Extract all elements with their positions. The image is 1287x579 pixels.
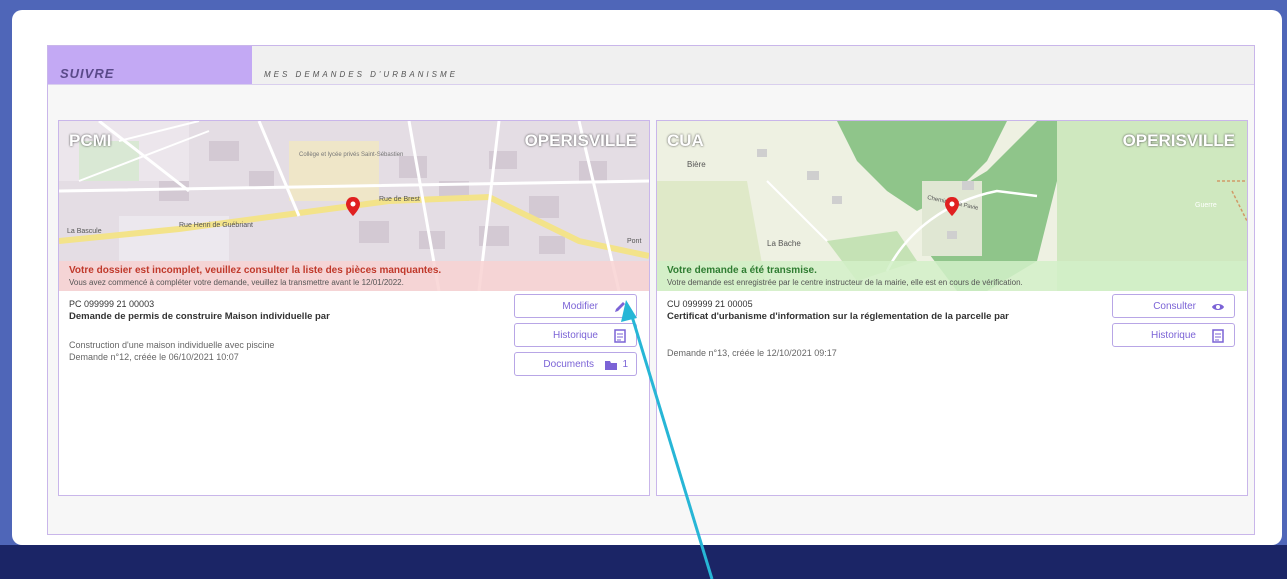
request-title: Certificat d'urbanisme d'information sur…	[667, 311, 1009, 322]
tab-suivre[interactable]: SUIVRE	[48, 46, 252, 84]
card-city-label: OPERISVILLE	[1122, 131, 1235, 150]
panel-header: SUIVRE MES DEMANDES D'URBANISME	[48, 46, 1254, 85]
consulter-button-label: Consulter	[1153, 301, 1196, 312]
historique-button[interactable]: Historique	[514, 323, 637, 347]
request-title: Demande de permis de construire Maison i…	[69, 311, 330, 322]
panel-subtitle: MES DEMANDES D'URBANISME	[264, 70, 458, 79]
map-label-street1: Rue de Brest	[379, 196, 420, 203]
list-icon	[1212, 329, 1224, 343]
bottom-bar	[0, 545, 1287, 579]
map-label-place: La Bascule	[67, 228, 102, 235]
request-reference: PC 099999 21 00003	[69, 299, 155, 309]
pencil-icon	[615, 302, 625, 312]
tab-suivre-label: SUIVRE	[60, 66, 115, 81]
request-reference: CU 099999 21 00005	[667, 299, 753, 309]
documents-button[interactable]: Documents 1	[514, 352, 637, 376]
map-label-place1: Bière	[687, 160, 706, 169]
request-meta: Demande n°13, créée le 12/10/2021 09:17	[667, 348, 837, 358]
documents-button-label: Documents	[543, 359, 594, 370]
card-type-label: CUA	[667, 131, 704, 150]
historique-button[interactable]: Historique	[1112, 323, 1235, 347]
consulter-button[interactable]: Consulter	[1112, 294, 1235, 318]
status-title: Votre demande a été transmise.	[667, 265, 817, 276]
modifier-button[interactable]: Modifier	[514, 294, 637, 318]
status-title: Votre dossier est incomplet, veuillez co…	[69, 265, 442, 276]
request-info: PC 099999 21 00003 Demande de permis de …	[69, 298, 499, 363]
historique-button-label: Historique	[552, 330, 598, 341]
status-banner-warning: Votre dossier est incomplet, veuillez co…	[59, 261, 649, 291]
map-label-school: Collège et lycée privés Saint-Sébastien	[299, 152, 403, 158]
documents-count: 1	[622, 359, 628, 370]
card-type-label: PCMI	[69, 131, 112, 150]
historique-button-label: Historique	[1150, 330, 1196, 341]
status-subtitle: Vous avez commencé à compléter votre dem…	[69, 278, 404, 287]
eye-icon	[1212, 304, 1224, 310]
status-subtitle: Votre demande est enregistrée par le cen…	[667, 278, 1023, 287]
map-label-street2: Rue Henri de Guébriant	[179, 222, 253, 229]
list-icon	[614, 329, 626, 343]
map-label-pont: Pont	[627, 238, 641, 245]
map-label-place3: Guerre	[1195, 202, 1217, 209]
request-card-cua: Bière La Bache Guerre Chemin de la Pavie…	[656, 120, 1248, 496]
status-banner-success: Votre demande a été transmise. Votre dem…	[657, 261, 1247, 291]
map-label-place2: La Bache	[767, 239, 801, 248]
map-pcmi[interactable]: Rue de Brest Rue Henri de Guébriant La B…	[59, 121, 649, 291]
modifier-button-label: Modifier	[562, 301, 598, 312]
request-card-pcmi: Rue de Brest Rue Henri de Guébriant La B…	[58, 120, 650, 496]
request-meta: Demande n°12, créée le 06/10/2021 10:07	[69, 352, 239, 362]
request-description: Construction d'une maison individuelle a…	[69, 340, 275, 350]
map-cua[interactable]: Bière La Bache Guerre Chemin de la Pavie…	[657, 121, 1247, 291]
request-info: CU 099999 21 00005 Certificat d'urbanism…	[667, 298, 1097, 359]
folder-icon	[605, 361, 617, 370]
requests-panel: SUIVRE MES DEMANDES D'URBANISME Rue de B…	[47, 45, 1255, 535]
card-city-label: OPERISVILLE	[524, 131, 637, 150]
